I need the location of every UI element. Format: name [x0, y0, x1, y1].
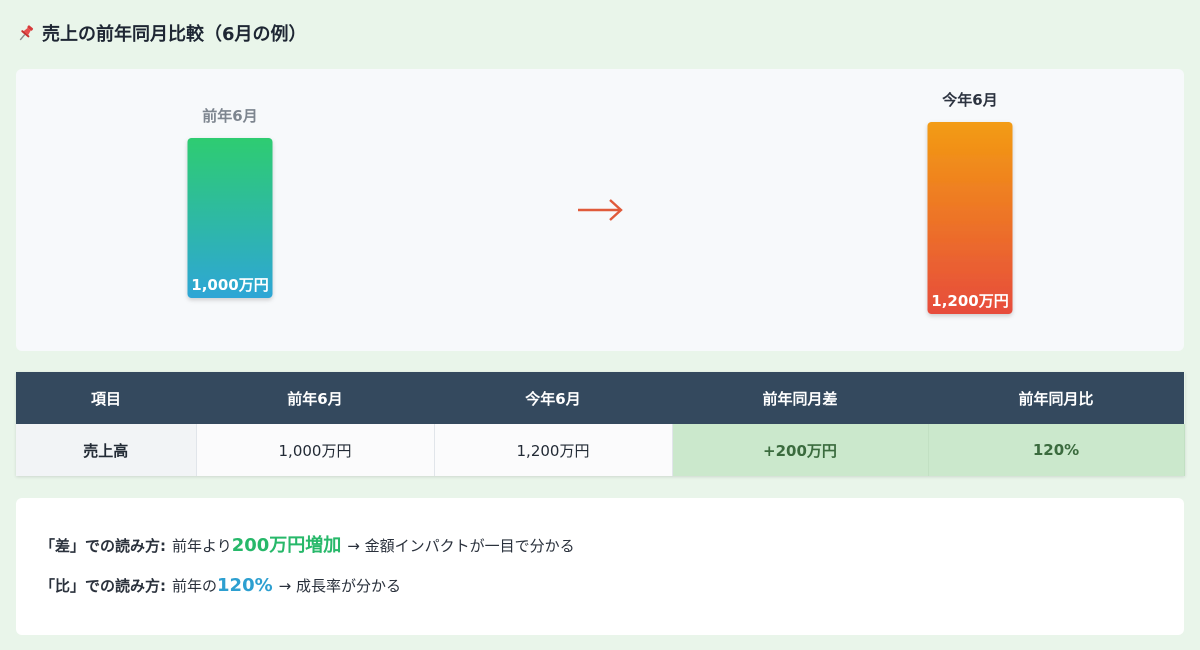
value-label-0: 1,000万円 — [191, 276, 268, 294]
note-diff-emphasis: 200万円増加 — [231, 535, 342, 556]
cell-curr-value: 1,200万円 — [434, 424, 673, 476]
header-ratio: 前年同月比 — [928, 372, 1184, 424]
category-label-0: 前年6月 — [202, 107, 257, 125]
bar-chart: 前年6月 1,000万円 今年6月 1,200万円 — [187, 91, 1013, 314]
header-curr: 今年6月 — [434, 372, 672, 424]
cell-prev-value: 1,000万円 — [196, 424, 435, 476]
note-ratio-post: → 成長率が分かる — [278, 577, 401, 595]
header-prev: 前年6月 — [196, 372, 434, 424]
note-ratio-pre: 前年の — [172, 577, 218, 595]
notes-card: 「差」での読み方: 前年より 200万円増加 → 金額インパクトが一目で分かる … — [16, 498, 1184, 635]
note-diff-pre: 前年より — [172, 537, 232, 555]
bar-0 — [187, 138, 273, 298]
cell-row-label: 売上高 — [16, 424, 197, 476]
right-arrow-icon — [578, 199, 623, 221]
note-ratio-emphasis: 120% — [217, 575, 273, 596]
note-diff-label: 「差」での読み方: — [40, 537, 166, 555]
comparison-table: 項目 前年6月 今年6月 前年同月差 前年同月比 売上高 1,000万円 1,2… — [16, 372, 1185, 476]
table-row: 売上高 1,000万円 1,200万円 +200万円 120% — [16, 424, 1185, 476]
value-label-1: 1,200万円 — [931, 292, 1008, 310]
note-diff-post: → 金額インパクトが一目で分かる — [347, 537, 575, 555]
cell-diff-value: +200万円 — [672, 424, 929, 476]
chart-card: 前年6月 1,000万円 今年6月 1,200万円 — [16, 69, 1184, 351]
note-ratio-label: 「比」での読み方: — [40, 577, 166, 595]
bar-1 — [927, 122, 1013, 314]
note-ratio: 「比」での読み方: 前年の 120% → 成長率が分かる — [40, 574, 1160, 598]
page-title-text: 売上の前年同月比較（6月の例） — [42, 24, 307, 45]
header-diff: 前年同月差 — [672, 372, 928, 424]
category-label-1: 今年6月 — [941, 91, 997, 109]
pushpin-icon — [19, 25, 34, 41]
page-title: 売上の前年同月比較（6月の例） — [16, 20, 307, 46]
cell-ratio-value: 120% — [928, 424, 1185, 476]
note-diff: 「差」での読み方: 前年より 200万円増加 → 金額インパクトが一目で分かる — [40, 534, 1160, 558]
table-header-row: 項目 前年6月 今年6月 前年同月差 前年同月比 — [16, 372, 1184, 424]
header-item: 項目 — [16, 372, 196, 424]
